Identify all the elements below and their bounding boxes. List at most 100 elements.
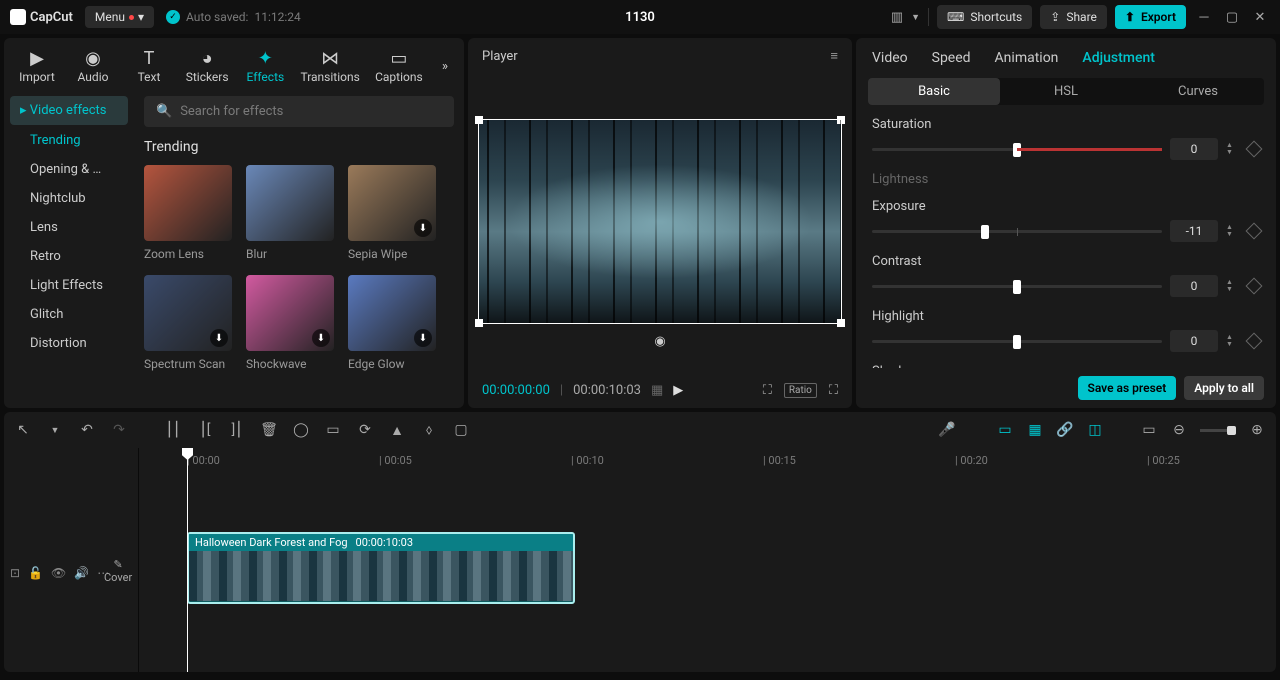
layout-icon[interactable]: ▥	[891, 10, 903, 25]
trim-left-icon[interactable]: ⎮[	[196, 422, 214, 438]
time-ruler[interactable]: | 00:00| 00:05| 00:10| 00:15| 00:20| 00:…	[139, 448, 1276, 474]
share-button[interactable]: ⇪Share	[1040, 5, 1107, 29]
zoom-in-icon[interactable]: ⊕	[1248, 422, 1266, 438]
keyframe-contrast[interactable]	[1246, 278, 1263, 295]
effect-edge-glow[interactable]: ⬇Edge Glow	[348, 275, 436, 371]
value-highlight[interactable]: 0	[1170, 330, 1218, 352]
video-preview[interactable]: ◉	[478, 119, 842, 324]
value-exposure[interactable]: -11	[1170, 220, 1218, 242]
effect-blur[interactable]: Blur	[246, 165, 334, 261]
effect-zoom-lens[interactable]: Zoom Lens	[144, 165, 232, 261]
keyframe-exposure[interactable]	[1246, 223, 1263, 240]
tab-stickers[interactable]: ◕Stickers	[180, 44, 234, 88]
slider-saturation[interactable]	[872, 148, 1162, 151]
subtab-hsl[interactable]: HSL	[1000, 78, 1132, 105]
download-icon[interactable]: ⬇	[414, 329, 432, 347]
expand-icon[interactable]: ⊡	[10, 566, 20, 580]
inspector-tab-video[interactable]: Video	[872, 50, 908, 66]
lock-icon[interactable]: 🔓	[28, 566, 43, 580]
slider-highlight[interactable]	[872, 340, 1162, 343]
spinner-saturation[interactable]: ▲▼	[1226, 142, 1240, 156]
apply-all-button[interactable]: Apply to all	[1184, 376, 1264, 400]
magnet-icon[interactable]: ▭	[996, 422, 1014, 438]
align-icon[interactable]: ◫	[1086, 422, 1104, 438]
category-light-effects[interactable]: Light Effects	[10, 272, 128, 299]
effect-sepia-wipe[interactable]: ⬇Sepia Wipe	[348, 165, 436, 261]
preview-icon[interactable]: ▭	[1140, 422, 1158, 438]
subtab-basic[interactable]: Basic	[868, 78, 1000, 105]
video-clip[interactable]: Halloween Dark Forest and Fog 00:00:10:0…	[187, 532, 575, 604]
marker-icon[interactable]: ◯	[292, 422, 310, 438]
playhead[interactable]	[187, 448, 188, 672]
zoom-out-icon[interactable]: ⊖	[1170, 422, 1188, 438]
effect-spectrum-scan[interactable]: ⬇Spectrum Scan	[144, 275, 232, 371]
keyframe-saturation[interactable]	[1246, 141, 1263, 158]
trim-right-icon[interactable]: ]⎮	[228, 422, 246, 438]
delete-icon[interactable]: 🗑	[260, 422, 278, 438]
shortcuts-button[interactable]: ⌨Shortcuts	[937, 5, 1032, 29]
grid-icon[interactable]: ▦	[651, 383, 663, 398]
tab-transitions[interactable]: ⋈Transitions	[296, 44, 363, 88]
category-lens[interactable]: Lens	[10, 214, 128, 241]
search-input[interactable]: 🔍 Search for effects	[144, 96, 454, 127]
category-distortion[interactable]: Distortion	[10, 330, 128, 357]
save-preset-button[interactable]: Save as preset	[1078, 376, 1177, 400]
mic-icon[interactable]: 🎤	[938, 422, 956, 438]
spinner-contrast[interactable]: ▲▼	[1226, 279, 1240, 293]
pointer-dropdown[interactable]: ▼	[46, 425, 64, 436]
freeze-icon[interactable]: ⬨	[420, 422, 438, 438]
maximize-button[interactable]: ▢	[1222, 7, 1242, 27]
category-nightclub[interactable]: Nightclub	[10, 185, 128, 212]
minimize-button[interactable]: ─	[1194, 7, 1214, 27]
cropframe-icon[interactable]: ▢	[452, 422, 470, 438]
close-button[interactable]: ✕	[1250, 7, 1270, 27]
split-icon[interactable]: ⎮⎮	[164, 422, 182, 438]
rotate-icon[interactable]: ⟳	[356, 422, 374, 438]
tab-captions[interactable]: ▭Captions	[370, 44, 428, 88]
tab-audio[interactable]: ◉Audio	[68, 44, 118, 88]
timeline[interactable]: ⊡ 🔓 👁 🔊 ⋯ ✎ Cover | 00:00| 00:05| 00:10|…	[4, 448, 1276, 672]
inspector-tab-animation[interactable]: Animation	[995, 50, 1059, 66]
subtab-curves[interactable]: Curves	[1132, 78, 1264, 105]
download-icon[interactable]: ⬇	[210, 329, 228, 347]
mirror-icon[interactable]: ▲	[388, 422, 406, 439]
effect-shockwave[interactable]: ⬇Shockwave	[246, 275, 334, 371]
redo-button[interactable]: ↷	[110, 422, 128, 438]
category-opening-[interactable]: Opening & …	[10, 156, 128, 183]
tab-effects[interactable]: ✦Effects	[240, 44, 290, 88]
pointer-tool[interactable]: ↖	[14, 422, 32, 438]
tab-import[interactable]: ▶Import	[12, 44, 62, 88]
undo-button[interactable]: ↶	[78, 422, 96, 438]
category-retro[interactable]: Retro	[10, 243, 128, 270]
link-preview-icon[interactable]: ▦	[1026, 422, 1044, 438]
fullscreen-icon[interactable]: ⛶	[829, 383, 838, 398]
value-contrast[interactable]: 0	[1170, 275, 1218, 297]
value-saturation[interactable]: 0	[1170, 138, 1218, 160]
group-icon[interactable]: ▭	[324, 422, 342, 438]
play-button[interactable]: ▶	[673, 383, 683, 398]
player-menu-icon[interactable]: ≡	[830, 48, 838, 64]
compare-icon[interactable]: ◉	[654, 334, 665, 349]
mute-icon[interactable]: 🔊	[74, 566, 89, 580]
cover-button[interactable]: ✎ Cover	[104, 558, 132, 584]
download-icon[interactable]: ⬇	[312, 329, 330, 347]
tabs-more-icon[interactable]: »	[434, 51, 456, 82]
spinner-highlight[interactable]: ▲▼	[1226, 334, 1240, 348]
slider-contrast[interactable]	[872, 285, 1162, 288]
export-button[interactable]: ⬆Export	[1115, 5, 1186, 29]
link-icon[interactable]: 🔗	[1056, 422, 1074, 438]
category-video-effects[interactable]: ▸ Video effects	[10, 96, 128, 125]
crop-icon[interactable]: ⛶	[763, 383, 772, 398]
inspector-tab-speed[interactable]: Speed	[932, 50, 971, 66]
download-icon[interactable]: ⬇	[414, 219, 432, 237]
keyframe-highlight[interactable]	[1246, 333, 1263, 350]
spinner-exposure[interactable]: ▲▼	[1226, 224, 1240, 238]
inspector-tab-adjustment[interactable]: Adjustment	[1082, 50, 1155, 66]
chevron-down-icon[interactable]: ▼	[911, 12, 920, 23]
slider-exposure[interactable]	[872, 230, 1162, 233]
category-glitch[interactable]: Glitch	[10, 301, 128, 328]
menu-button[interactable]: Menu▾	[85, 6, 154, 28]
eye-icon[interactable]: 👁	[51, 566, 66, 580]
tab-text[interactable]: TText	[124, 44, 174, 88]
category-trending[interactable]: Trending	[10, 127, 128, 154]
